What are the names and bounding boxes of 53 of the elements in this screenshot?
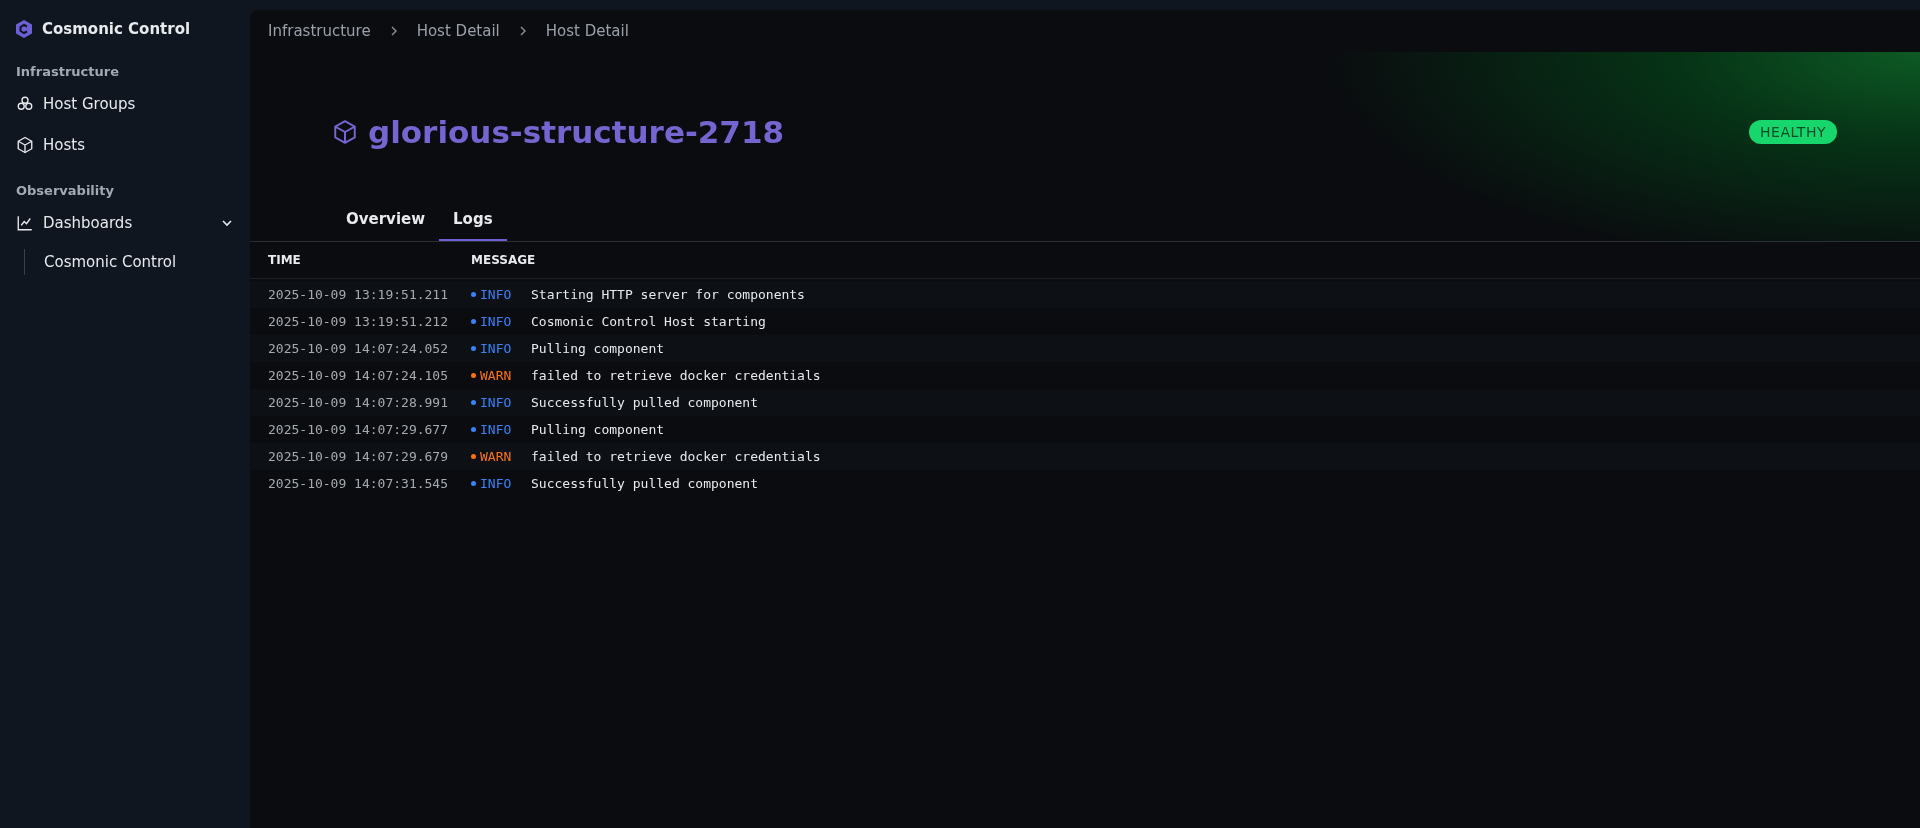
level-dot [471,481,476,486]
app-title: Cosmonic Control [42,20,191,38]
host-title: glorious-structure-2718 [368,114,785,150]
log-message: Pulling component [531,422,665,437]
log-message: Successfully pulled component [531,395,758,410]
tab[interactable]: Overview [332,210,440,241]
column-header: TIME [268,253,302,267]
log-time: 2025-10-09 14:07:24.052 [268,341,449,356]
log-message: failed to retrieve docker credentials [531,368,821,383]
log-message: Cosmonic Control Host starting [531,314,766,329]
log-level: INFO [480,287,512,302]
status-badge: HEALTHY [1749,120,1837,144]
nav-item[interactable]: Host Groups [43,95,234,113]
log-time: 2025-10-09 13:19:51.212 [268,314,449,329]
level-dot [471,454,476,459]
nav-item[interactable]: Dashboards [43,214,211,232]
breadcrumb-link[interactable]: Infrastructure [268,22,371,40]
log-time: 2025-10-09 14:07:28.991 [268,395,449,410]
log-message: Successfully pulled component [531,476,758,491]
log-level: INFO [480,422,512,437]
log-time: 2025-10-09 14:07:29.679 [268,449,449,464]
column-header: MESSAGE [471,253,536,267]
section-heading: Observability [16,183,115,198]
level-dot [471,427,476,432]
tab[interactable]: Logs [439,210,507,241]
logo-icon [16,20,32,38]
log-message: Pulling component [531,341,665,356]
level-dot [471,292,476,297]
log-time: 2025-10-09 14:07:24.105 [268,368,449,383]
level-dot [471,373,476,378]
level-dot [471,346,476,351]
chart-icon [16,214,34,232]
level-dot [471,400,476,405]
log-time: 2025-10-09 14:07:31.545 [268,476,449,491]
nav-item[interactable]: Hosts [43,136,234,154]
cluster-icon [16,95,34,113]
log-level: WARN [480,449,512,464]
log-time: 2025-10-09 14:07:29.677 [268,422,449,437]
log-level: INFO [480,476,512,491]
log-message: failed to retrieve docker credentials [531,449,821,464]
level-dot [471,319,476,324]
log-level: INFO [480,314,512,329]
cube-icon [332,119,358,145]
cube-icon [16,136,34,154]
section-heading: Infrastructure [16,64,120,79]
nav-subitem[interactable]: Cosmonic Control [44,253,234,271]
log-time: 2025-10-09 13:19:51.211 [268,287,449,302]
log-message: Starting HTTP server for components [531,287,805,302]
log-level: WARN [480,368,512,383]
log-level: INFO [480,341,512,356]
breadcrumb-link[interactable]: Host Detail [545,22,629,40]
breadcrumb-link[interactable]: Host Detail [416,22,500,40]
log-level: INFO [480,395,512,410]
